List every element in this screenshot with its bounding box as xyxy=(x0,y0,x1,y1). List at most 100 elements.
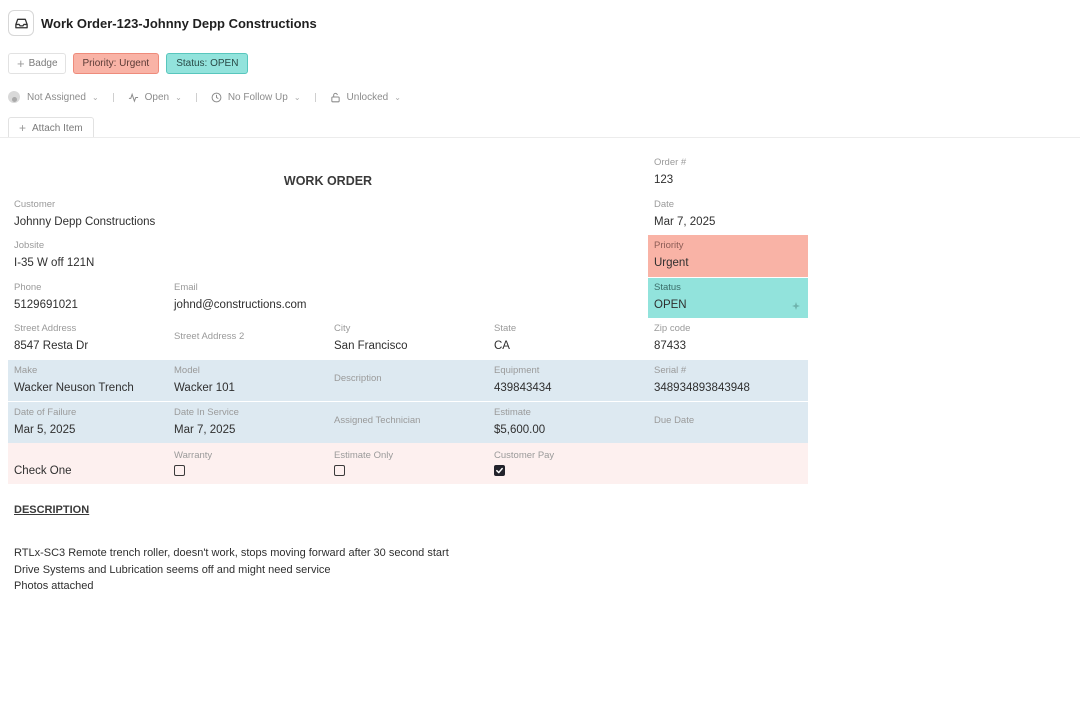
record-toolbar: Not Assigned ⌄ Open ⌄ No Follow Up ⌄ Unl… xyxy=(8,89,401,105)
chevron-down-icon: ⌄ xyxy=(175,92,182,102)
inbox-icon[interactable] xyxy=(8,10,34,36)
state-dropdown[interactable]: Open ⌄ xyxy=(128,92,182,103)
warranty-checkbox-field: Warranty xyxy=(168,443,328,485)
field-label: Date xyxy=(654,198,675,210)
payment-type-row: Check One Warranty Estimate Only Custome… xyxy=(8,442,808,485)
field-label: Zip code xyxy=(654,323,691,335)
form-row: WORK ORDER Order # 123 xyxy=(8,152,808,194)
order-number-field[interactable]: Order # 123 xyxy=(648,152,808,194)
customer-pay-checkbox[interactable] xyxy=(494,465,505,477)
assignee-dropdown[interactable]: Not Assigned ⌄ xyxy=(8,91,99,103)
field-value: 123 xyxy=(654,174,674,187)
description-text[interactable]: RTLx-SC3 Remote trench roller, doesn't w… xyxy=(14,545,449,595)
clock-icon xyxy=(211,92,222,102)
warranty-checkbox[interactable] xyxy=(174,465,185,477)
field-value: San Francisco xyxy=(334,340,408,353)
field-label: Description xyxy=(334,372,382,384)
toolbar-divider xyxy=(112,92,114,102)
field-label: Estimate Only xyxy=(334,450,394,462)
field-value: 439843434 xyxy=(494,381,552,394)
field-value: 87433 xyxy=(654,340,686,353)
add-badge-button[interactable]: + Badge xyxy=(8,53,66,74)
form-row: Phone 5129691021 Email johnd@constructio… xyxy=(8,276,808,319)
toolbar-divider xyxy=(195,92,197,102)
field-label: Estimate xyxy=(494,406,531,418)
field-label: State xyxy=(494,323,517,335)
chevron-down-icon: ⌄ xyxy=(293,92,301,102)
zip-code-field[interactable]: Zip code 87433 xyxy=(648,318,808,360)
equipment-row: Make Wacker Neuson Trench Model Wacker 1… xyxy=(8,359,808,402)
description-line: Photos attached xyxy=(14,580,94,592)
date-in-service-field[interactable]: Date In Service Mar 7, 2025 xyxy=(168,402,328,443)
estimate-field[interactable]: Estimate $5,600.00 xyxy=(488,402,648,443)
follow-up-dropdown[interactable]: No Follow Up ⌄ xyxy=(211,92,301,103)
sparkle-icon xyxy=(792,301,800,310)
field-label: Make xyxy=(14,364,38,376)
city-field[interactable]: City San Francisco xyxy=(328,318,488,360)
field-label: Street Address xyxy=(14,323,77,335)
form-row: Customer Johnny Depp Constructions Date … xyxy=(8,194,808,236)
field-label: Serial # xyxy=(654,364,687,376)
model-field[interactable]: Model Wacker 101 xyxy=(168,360,328,402)
lock-dropdown[interactable]: Unlocked ⌄ xyxy=(330,92,401,103)
description-field[interactable]: Description xyxy=(328,360,488,402)
jobsite-field[interactable]: Jobsite I-35 W off 121N xyxy=(8,235,648,277)
field-value: I-35 W off 121N xyxy=(14,257,95,270)
section-divider xyxy=(0,137,1080,138)
serial-number-field[interactable]: Serial # 348934893843948 xyxy=(648,360,808,402)
attach-item-button[interactable]: + Attach Item xyxy=(8,117,94,138)
activity-icon xyxy=(128,92,138,103)
attach-item-label: Attach Item xyxy=(32,122,83,134)
check-one-label: Check One xyxy=(14,464,72,477)
field-label: Customer xyxy=(14,198,56,210)
customer-field[interactable]: Customer Johnny Depp Constructions xyxy=(8,194,648,236)
field-label: Jobsite xyxy=(14,240,45,252)
field-label: Email xyxy=(174,281,198,293)
make-field[interactable]: Make Wacker Neuson Trench xyxy=(8,360,168,402)
empty-cell xyxy=(648,443,808,485)
field-label: Status xyxy=(654,282,681,294)
assignee-label: Not Assigned xyxy=(27,91,86,103)
field-label: Assigned Technician xyxy=(334,414,421,426)
estimate-only-checkbox-field: Estimate Only xyxy=(328,443,488,485)
priority-badge[interactable]: Priority: Urgent xyxy=(72,53,160,74)
follow-up-label: No Follow Up xyxy=(227,91,288,103)
form-row: Street Address 8547 Resta Dr Street Addr… xyxy=(8,318,808,360)
field-value: 8547 Resta Dr xyxy=(14,340,89,353)
status-badge[interactable]: Status: OPEN xyxy=(166,53,249,74)
status-field[interactable]: Status OPEN xyxy=(648,276,808,318)
field-label: Model xyxy=(174,364,200,376)
field-value: johnd@constructions.com xyxy=(174,298,307,311)
add-badge-label: Badge xyxy=(28,58,58,69)
form-row: Jobsite I-35 W off 121N Priority Urgent xyxy=(8,235,808,277)
priority-field[interactable]: Priority Urgent xyxy=(648,235,808,277)
avatar xyxy=(8,91,20,103)
field-value: 348934893843948 xyxy=(654,381,750,394)
email-field[interactable]: Email johnd@constructions.com xyxy=(168,277,648,319)
date-of-failure-field[interactable]: Date of Failure Mar 5, 2025 xyxy=(8,402,168,443)
assigned-technician-field[interactable]: Assigned Technician xyxy=(328,402,488,443)
field-value: $5,600.00 xyxy=(494,423,546,436)
plus-icon: + xyxy=(17,56,25,71)
equipment-field[interactable]: Equipment 439843434 xyxy=(488,360,648,402)
description-line: RTLx-SC3 Remote trench roller, doesn't w… xyxy=(14,547,449,559)
field-value: Wacker 101 xyxy=(174,381,235,394)
chevron-down-icon: ⌄ xyxy=(91,92,99,102)
field-label: Date of Failure xyxy=(14,406,77,418)
field-label: Equipment xyxy=(494,364,540,376)
customer-pay-checkbox-field: Customer Pay xyxy=(488,443,648,485)
field-value: CA xyxy=(494,340,510,353)
state-field[interactable]: State CA xyxy=(488,318,648,360)
street-address-2-field[interactable]: Street Address 2 xyxy=(168,318,328,360)
work-order-form: WORK ORDER Order # 123 Customer Johnny D… xyxy=(8,152,808,484)
field-label: Warranty xyxy=(174,450,213,462)
unlock-icon xyxy=(330,92,340,102)
street-address-field[interactable]: Street Address 8547 Resta Dr xyxy=(8,318,168,360)
due-date-field[interactable]: Due Date xyxy=(648,402,808,443)
badge-bar: + Badge Priority: Urgent Status: OPEN xyxy=(8,53,249,74)
service-row: Date of Failure Mar 5, 2025 Date In Serv… xyxy=(8,401,808,443)
date-field[interactable]: Date Mar 7, 2025 xyxy=(648,194,808,236)
page-title: Work Order-123-Johnny Depp Constructions xyxy=(41,15,317,31)
estimate-only-checkbox[interactable] xyxy=(334,465,345,477)
phone-field[interactable]: Phone 5129691021 xyxy=(8,277,168,319)
